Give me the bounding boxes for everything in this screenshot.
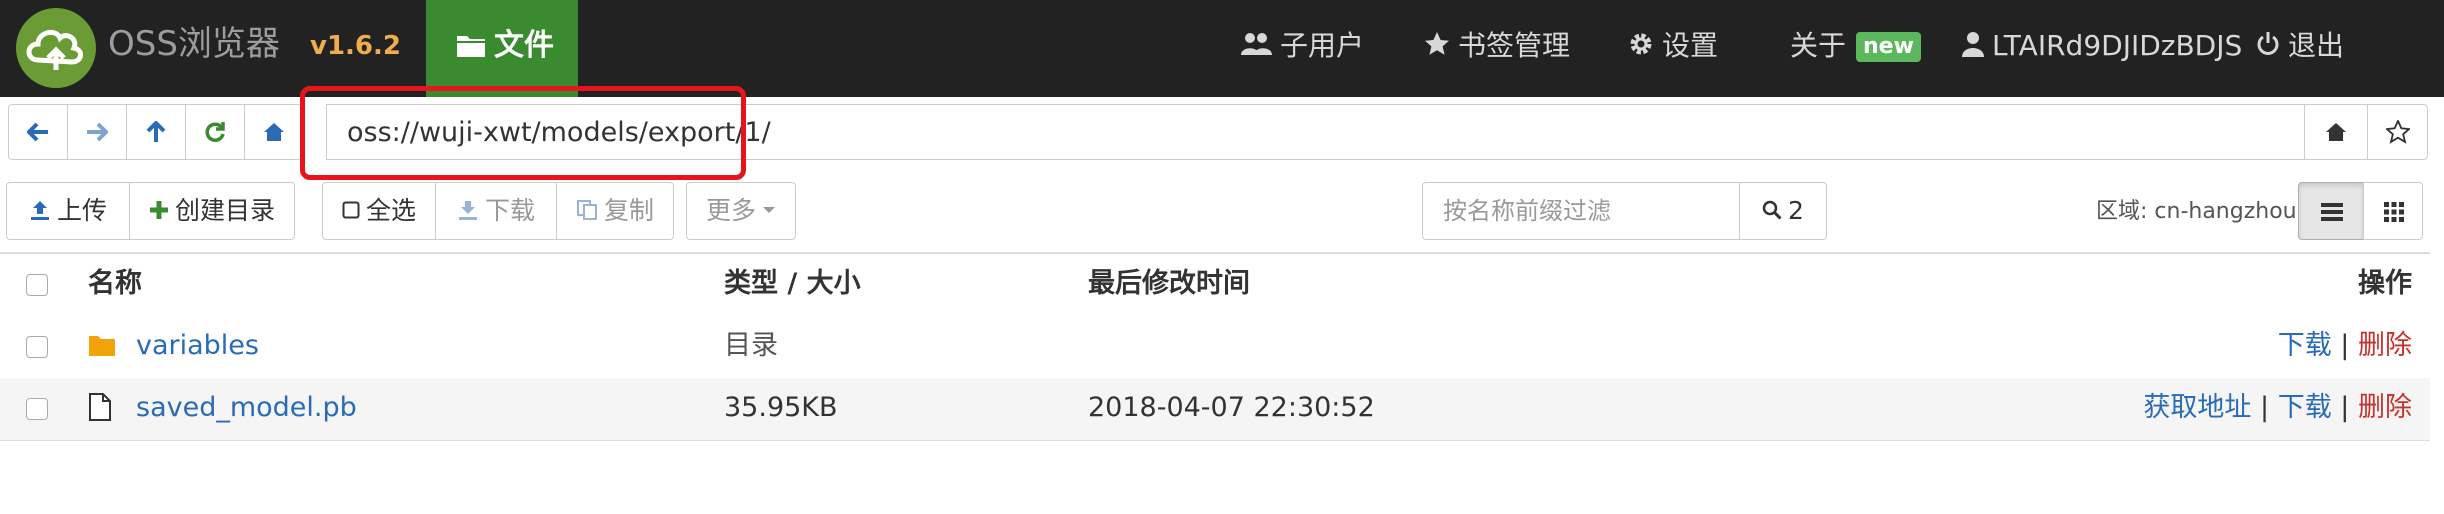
- folder-open-icon: [457, 36, 485, 57]
- top-navbar: OSS浏览器 v1.6.2 文件 子用户 书签管理 设置 关于 new LTAIR…: [0, 0, 2444, 97]
- nav-files-tab[interactable]: 文件: [426, 0, 578, 97]
- download-link[interactable]: 下载: [2278, 330, 2332, 361]
- action-separator: |: [2340, 392, 2350, 423]
- delete-link[interactable]: 删除: [2358, 330, 2412, 361]
- list-view-button[interactable]: [2298, 182, 2364, 240]
- copy-button[interactable]: 复制: [556, 182, 674, 240]
- nav-bookmarks[interactable]: 书签管理: [1424, 26, 1570, 66]
- app-brand: OSS浏览器: [108, 24, 280, 64]
- nav-logout[interactable]: 退出: [2256, 26, 2344, 66]
- action-separator: |: [2340, 330, 2350, 361]
- nav-bookmarks-label: 书签管理: [1458, 29, 1571, 62]
- file-icon: [89, 393, 111, 421]
- arrow-right-icon: [87, 122, 108, 142]
- header-actions: 操作: [2358, 268, 2412, 299]
- checkbox-icon: [342, 201, 360, 219]
- folder-icon: [89, 336, 115, 356]
- row-checkbox[interactable]: [26, 336, 48, 358]
- search-result-count: 2: [1788, 196, 1804, 225]
- oss-logo-icon: [16, 8, 96, 88]
- file-modified-time: 2018-04-07 22:30:52: [1088, 392, 1375, 423]
- upload-icon: [30, 201, 49, 220]
- more-dropdown[interactable]: 更多: [686, 182, 796, 240]
- nav-settings[interactable]: 设置: [1628, 26, 1718, 66]
- file-name-link[interactable]: saved_model.pb: [136, 388, 357, 428]
- gear-icon: [1630, 33, 1652, 55]
- download-button[interactable]: 下载: [435, 182, 557, 240]
- create-dir-button[interactable]: 创建目录: [129, 182, 295, 240]
- create-dir-label: 创建目录: [174, 196, 275, 225]
- file-table-header: 名称 类型 / 大小 最后修改时间 操作: [0, 252, 2430, 318]
- copy-icon: [576, 200, 597, 220]
- refresh-button[interactable]: [185, 104, 245, 160]
- file-type-size: 35.95KB: [724, 392, 838, 423]
- download-link[interactable]: 下载: [2278, 392, 2332, 423]
- copy-label: 复制: [603, 196, 654, 225]
- account-id: LTAIRd9DJIDzBDJS: [1992, 29, 2243, 62]
- header-modified: 最后修改时间: [1088, 268, 1250, 299]
- upload-button[interactable]: 上传: [6, 182, 130, 240]
- nav-subusers-label: 子用户: [1280, 29, 1365, 62]
- table-row[interactable]: variables 目录 下载 | 删除: [0, 316, 2430, 379]
- select-all-label: 全选: [365, 196, 416, 225]
- grid-icon: [2384, 202, 2404, 222]
- arrow-up-icon: [146, 121, 166, 142]
- get-url-link[interactable]: 获取地址: [2143, 392, 2251, 423]
- user-icon: [1962, 32, 1984, 57]
- bookmark-star-button[interactable]: [2367, 104, 2428, 160]
- nav-account[interactable]: LTAIRd9DJIDzBDJS: [1962, 26, 2242, 66]
- filter-placeholder: 按名称前缀过滤: [1443, 197, 1611, 225]
- name-prefix-filter-input[interactable]: 按名称前缀过滤: [1422, 182, 1740, 240]
- home-icon: [264, 123, 284, 141]
- back-button[interactable]: [8, 104, 68, 160]
- table-row[interactable]: saved_model.pb 35.95KB 2018-04-07 22:30:…: [0, 378, 2430, 441]
- nav-settings-label: 设置: [1662, 29, 1719, 62]
- file-type-size: 目录: [724, 330, 778, 361]
- annotation-highlight-box: [300, 86, 746, 180]
- download-icon: [458, 201, 477, 220]
- plus-icon: [149, 201, 168, 219]
- more-label: 更多: [705, 196, 756, 225]
- row-checkbox[interactable]: [26, 398, 48, 420]
- header-name: 名称: [88, 268, 142, 299]
- new-badge: new: [1856, 32, 1921, 62]
- nav-about[interactable]: 关于 new: [1790, 26, 1921, 66]
- download-label: 下载: [484, 196, 535, 225]
- home-bookmark-button[interactable]: [244, 104, 304, 160]
- star-outline-icon: [2385, 120, 2410, 144]
- app-version: v1.6.2: [310, 31, 401, 61]
- list-icon: [2321, 203, 2343, 221]
- home-button[interactable]: [2304, 104, 2368, 160]
- star-icon: [1425, 32, 1449, 55]
- grid-view-button[interactable]: [2363, 182, 2423, 240]
- power-icon: [2257, 32, 2279, 55]
- nav-files-label: 文件: [494, 28, 554, 63]
- caret-down-icon: [763, 207, 775, 213]
- header-type-size: 类型 / 大小: [724, 268, 861, 299]
- up-button[interactable]: [126, 104, 186, 160]
- forward-button[interactable]: [67, 104, 127, 160]
- row-actions: 获取地址 | 下载 | 删除: [2143, 388, 2412, 428]
- refresh-icon: [205, 122, 225, 142]
- upload-label: 上传: [56, 196, 107, 225]
- home-icon: [2326, 123, 2346, 141]
- region-label: 区域: cn-hangzhou: [2096, 199, 2297, 224]
- arrow-left-icon: [27, 122, 48, 142]
- delete-link[interactable]: 删除: [2358, 392, 2412, 423]
- search-button[interactable]: 2: [1739, 182, 1827, 240]
- nav-logout-label: 退出: [2288, 29, 2345, 62]
- file-name-link[interactable]: variables: [136, 326, 259, 366]
- select-all-checkbox[interactable]: [26, 274, 48, 296]
- select-all-button[interactable]: 全选: [322, 182, 436, 240]
- search-icon: [1762, 200, 1782, 220]
- nav-about-label: 关于: [1790, 29, 1847, 62]
- row-actions: 下载 | 删除: [2278, 326, 2412, 366]
- users-icon: [1241, 33, 1272, 55]
- action-separator: |: [2260, 392, 2270, 423]
- nav-subusers[interactable]: 子用户: [1240, 26, 1364, 66]
